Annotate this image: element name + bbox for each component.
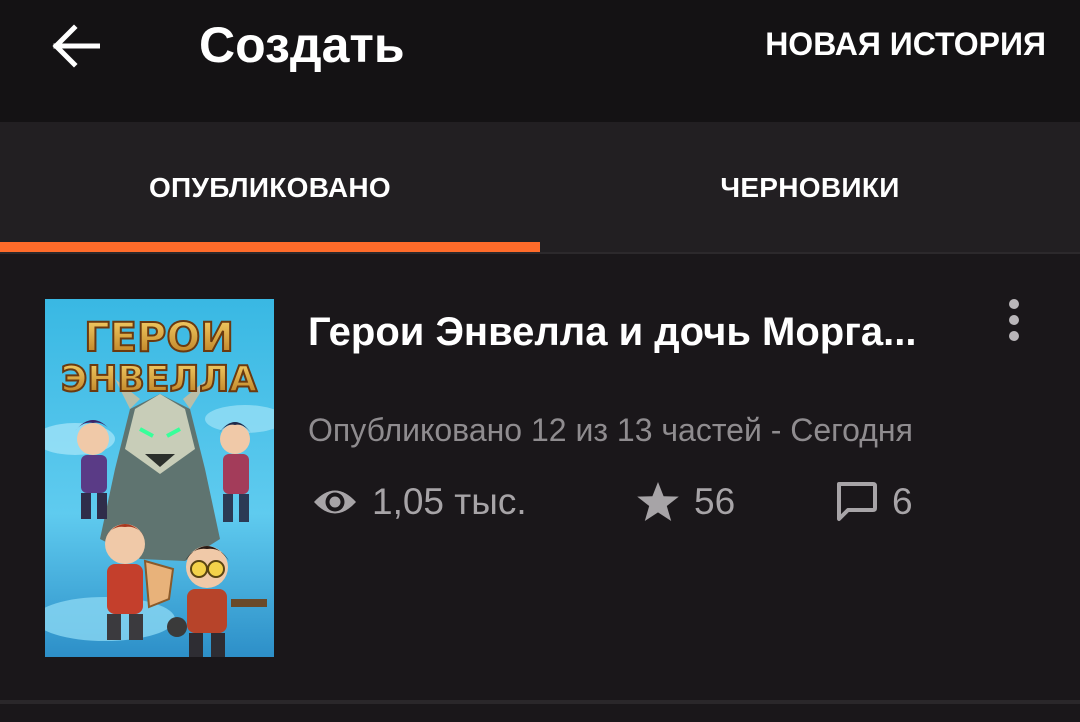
- selected-tab-indicator: [0, 242, 540, 252]
- more-options-button[interactable]: [990, 294, 1038, 346]
- new-story-button[interactable]: НОВАЯ ИСТОРИЯ: [765, 18, 1046, 70]
- views-stat: 1,05 тыс.: [312, 478, 527, 526]
- cover-title-line1: ГЕРОИ: [84, 315, 234, 361]
- tab-bar: ОПУБЛИКОВАНО ЧЕРНОВИКИ: [0, 122, 1080, 254]
- views-count: 1,05 тыс.: [372, 481, 527, 522]
- tab-published[interactable]: ОПУБЛИКОВАНО: [0, 122, 540, 252]
- next-list-item-edge: [0, 704, 1080, 722]
- tab-drafts-label: ЧЕРНОВИКИ: [720, 172, 900, 203]
- back-button[interactable]: [40, 14, 112, 78]
- story-cover-image[interactable]: ГЕРОИ ЭНВЕЛЛА: [45, 299, 274, 657]
- comments-count: 6: [892, 481, 913, 522]
- story-list-item[interactable]: ГЕРОИ ЭНВЕЛЛА Герои Энвелла и дочь Морга…: [0, 254, 1080, 700]
- more-vertical-icon-dot: [1009, 315, 1019, 325]
- star-icon: [637, 482, 679, 521]
- more-vertical-icon: [1009, 299, 1019, 309]
- more-vertical-icon-dot: [1009, 331, 1019, 341]
- story-cover-art: ГЕРОИ ЭНВЕЛЛА: [45, 299, 274, 657]
- top-app-bar: Создать НОВАЯ ИСТОРИЯ: [0, 0, 1080, 122]
- tab-published-label: ОПУБЛИКОВАНО: [148, 172, 392, 203]
- votes-count: 56: [694, 481, 736, 522]
- comment-icon: [837, 482, 877, 521]
- app-screen: Создать НОВАЯ ИСТОРИЯ ОПУБЛИКОВАНО ЧЕРНО…: [0, 0, 1080, 722]
- tab-drafts[interactable]: ЧЕРНОВИКИ: [540, 122, 1080, 252]
- arrow-left-icon: [52, 24, 100, 68]
- story-publish-status: Опубликовано 12 из 13 частей - Сегодня: [308, 412, 913, 448]
- story-title[interactable]: Герои Энвелла и дочь Морга...: [308, 304, 968, 360]
- votes-stat: 56: [636, 478, 735, 526]
- comments-stat: 6: [834, 478, 913, 526]
- cover-title-line2: ЭНВЕЛЛА: [61, 359, 257, 400]
- page-title: Создать: [199, 17, 405, 73]
- eye-icon: [314, 490, 356, 514]
